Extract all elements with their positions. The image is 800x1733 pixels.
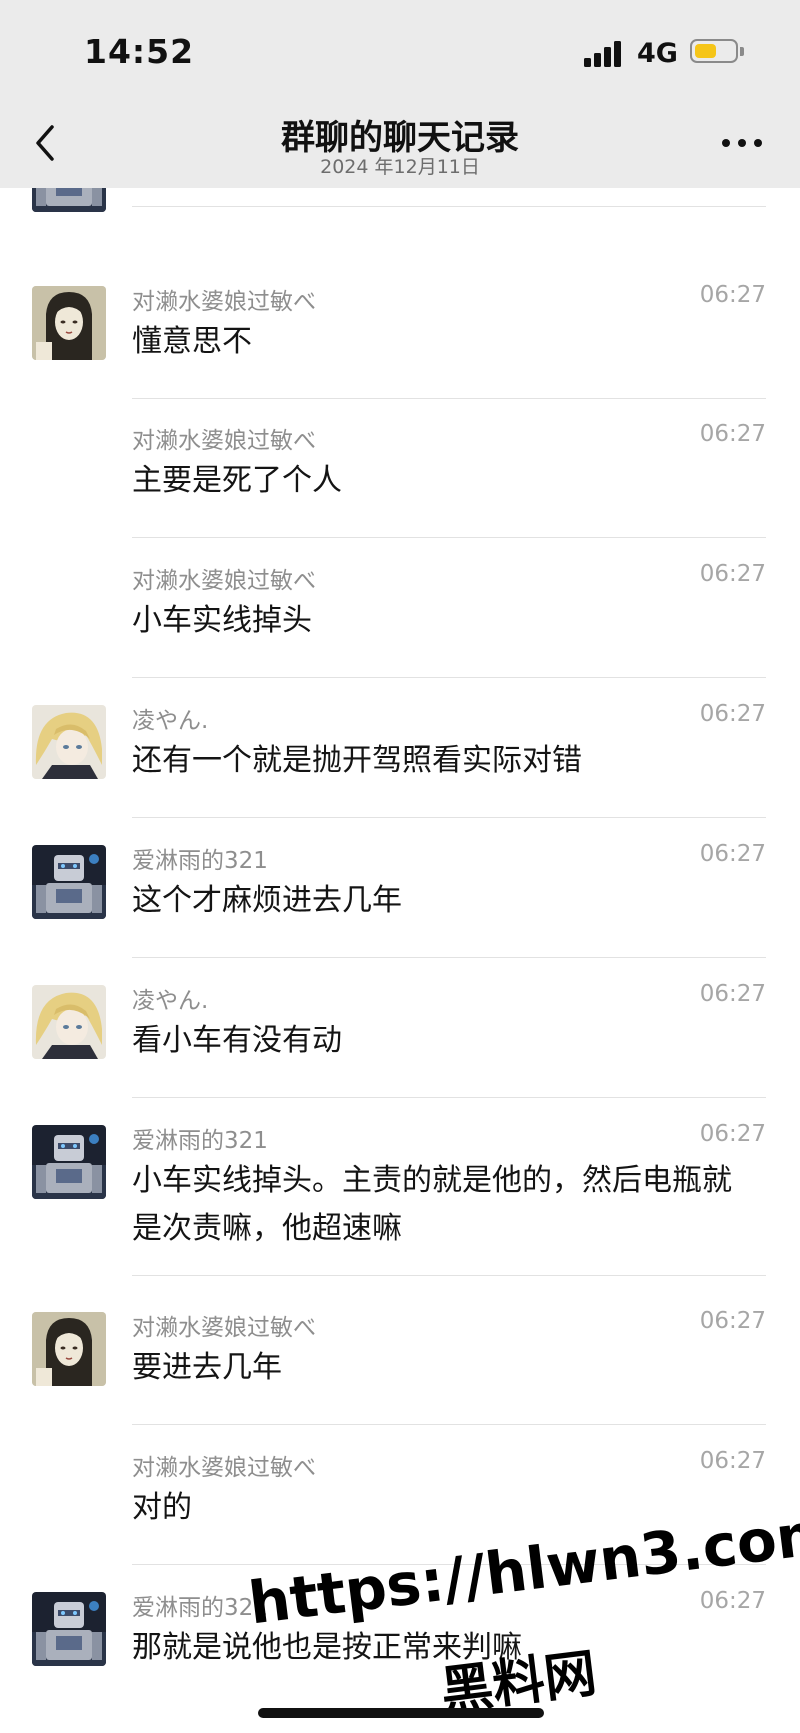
avatar[interactable] (32, 188, 106, 212)
message-text: 还有一个就是抛开驾照看实际对错 (132, 743, 582, 778)
status-time: 14:52 (84, 32, 195, 71)
message-time: 06:27 (699, 282, 766, 308)
home-indicator[interactable] (258, 1708, 544, 1718)
sender-name: 凌やん. (132, 988, 209, 1014)
sender-name: 对濑水婆娘过敏べ (132, 1455, 316, 1481)
avatar[interactable] (32, 705, 106, 779)
battery-icon (690, 39, 738, 63)
avatar[interactable] (32, 1592, 106, 1666)
message-text: 看小车有没有动 (132, 1023, 342, 1058)
message-time: 06:27 (699, 1121, 766, 1147)
message-time: 06:27 (699, 841, 766, 867)
sender-name: 爱淋雨的321 (132, 848, 268, 874)
message-text: 主要是死了个人 (132, 463, 342, 498)
chat-record-list[interactable]: 那我问一下千元哥对濑水婆娘过敏べ06:27懂意思不对濑水婆娘过敏べ06:27主要… (0, 188, 800, 1733)
message-text: 那我问一下千元哥 (132, 188, 752, 196)
battery-cap (740, 47, 744, 56)
message-text: 要进去几年 (132, 1350, 282, 1385)
status-bar: 14:52 4G (0, 0, 800, 100)
message-time: 06:27 (699, 981, 766, 1007)
message-time: 06:27 (699, 701, 766, 727)
signal-icon (584, 41, 621, 67)
battery-fill (695, 44, 716, 58)
message-text: 这个才麻烦进去几年 (132, 883, 402, 918)
message-divider (132, 957, 766, 958)
message-time: 06:27 (699, 1308, 766, 1334)
message-divider (132, 206, 766, 207)
sender-name: 爱淋雨的321 (132, 1128, 268, 1154)
sender-name: 对濑水婆娘过敏べ (132, 1315, 316, 1341)
network-type: 4G (637, 38, 678, 69)
more-options-icon[interactable] (720, 136, 764, 150)
avatar[interactable] (32, 1125, 106, 1199)
avatar[interactable] (32, 286, 106, 360)
message-text: 那就是说他也是按正常来判嘛 (132, 1630, 522, 1665)
message-divider (132, 537, 766, 538)
message-divider (132, 398, 766, 399)
message-divider (132, 1424, 766, 1425)
page-subtitle-date: 2024 年12月11日 (320, 156, 480, 178)
sender-name: 对濑水婆娘过敏べ (132, 568, 316, 594)
avatar[interactable] (32, 1312, 106, 1386)
avatar[interactable] (32, 845, 106, 919)
message-text: 对的 (132, 1490, 192, 1525)
sender-name: 凌やん. (132, 708, 209, 734)
message-text: 小车实线掉头 (132, 603, 312, 638)
message-time: 06:27 (699, 561, 766, 587)
message-divider (132, 1097, 766, 1098)
message-time: 06:27 (699, 1448, 766, 1474)
message-text: 懂意思不 (132, 324, 252, 359)
message-time: 06:27 (699, 1588, 766, 1614)
message-text: 小车实线掉头。主责的就是他的，然后电瓶就是次责嘛，他超速嘛 (132, 1163, 732, 1246)
message-divider (132, 1564, 766, 1565)
nav-bar: 群聊的聊天记录 2024 年12月11日 (0, 100, 800, 188)
sender-name: 爱淋雨的321 (132, 1595, 268, 1621)
message-divider (132, 1275, 766, 1276)
sender-name: 对濑水婆娘过敏べ (132, 289, 316, 315)
message-divider (132, 677, 766, 678)
message-divider (132, 817, 766, 818)
message-time: 06:27 (699, 421, 766, 447)
avatar[interactable] (32, 985, 106, 1059)
sender-name: 对濑水婆娘过敏べ (132, 428, 316, 454)
